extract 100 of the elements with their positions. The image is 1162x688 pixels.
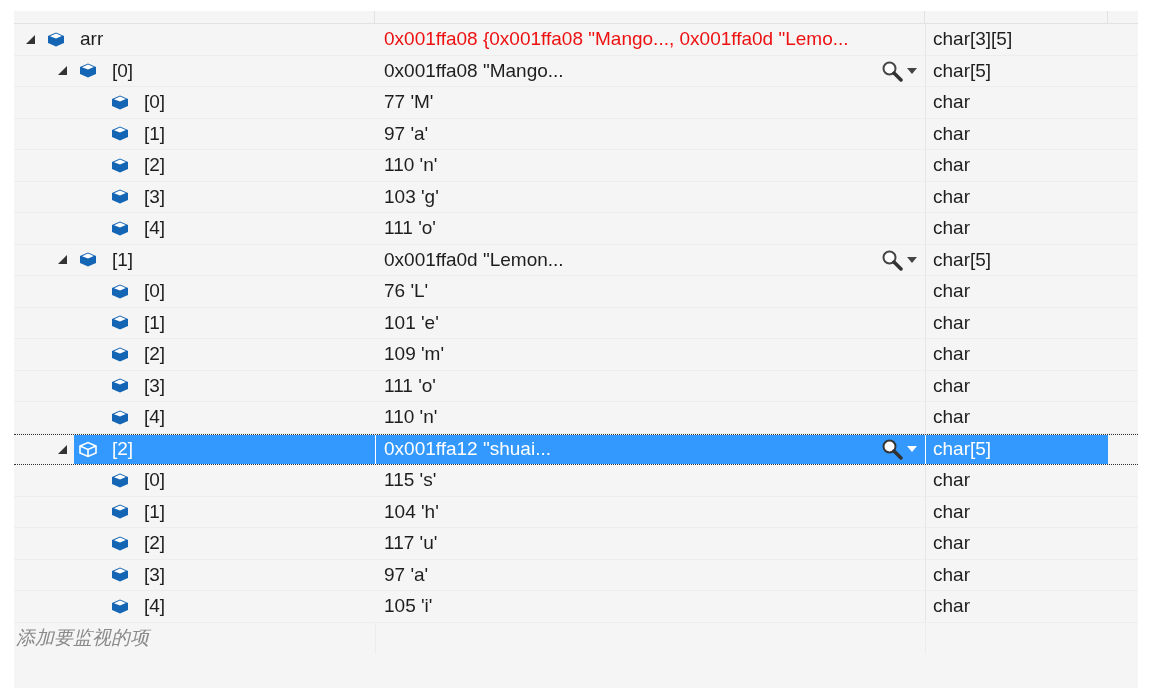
variable-type: char	[933, 311, 970, 334]
variable-type: char	[933, 406, 970, 429]
cube-icon	[110, 345, 130, 363]
variable-value: 97 'a'	[384, 122, 429, 145]
variable-name: [1]	[112, 248, 134, 271]
tree-row[interactable]: [0] 76 'L' char	[14, 276, 1138, 308]
cube-icon	[110, 534, 130, 552]
variable-name: [2]	[144, 532, 166, 555]
variable-type: char[3][5]	[933, 28, 1013, 51]
cube-icon	[110, 156, 130, 174]
tree-row[interactable]: [0] 0x001ffa08 "Mango... char[5]	[14, 55, 1138, 87]
tree-row[interactable]: [2] 110 'n' char	[14, 150, 1138, 182]
variable-name: [2]	[112, 438, 134, 461]
cube-icon	[110, 93, 130, 111]
tree-row[interactable]: [1] 0x001ffa0d "Lemon... char[5]	[14, 244, 1138, 276]
variable-value: 0x001ffa08 {0x001ffa08 "Mango..., 0x001ffa0d "Lemo...	[384, 28, 849, 51]
variable-type: char[5]	[933, 248, 992, 271]
tree-row[interactable]: [1] 97 'a' char	[14, 118, 1138, 150]
cube-icon	[110, 314, 130, 332]
tree-row[interactable]: arr 0x001ffa08 {0x001ffa08 "Mango..., 0x001ffa0d "Lemo... char[3][5]	[14, 24, 1138, 56]
variable-value: 97 'a'	[384, 563, 429, 586]
variable-type: char	[933, 122, 970, 145]
variable-value: 115 's'	[384, 469, 437, 492]
variable-value: 0x001ffa12 "shuai...	[384, 438, 551, 461]
cube-icon	[110, 566, 130, 584]
variable-name: [1]	[144, 311, 166, 334]
tree-row[interactable]: [3] 111 'o' char	[14, 370, 1138, 402]
variable-type: char	[933, 91, 970, 114]
variable-value: 103 'g'	[384, 185, 439, 208]
tree-row[interactable]: [4] 110 'n' char	[14, 402, 1138, 434]
search-icon	[881, 59, 903, 82]
cube-icon	[110, 503, 130, 521]
cube-icon	[110, 377, 130, 395]
variable-name: [4]	[144, 595, 166, 618]
variable-value: 117 'u'	[384, 532, 438, 555]
variable-value: 110 'n'	[384, 154, 438, 177]
variable-type: char	[933, 532, 970, 555]
variable-name: [4]	[144, 406, 166, 429]
variable-name: [1]	[144, 500, 166, 523]
variable-name: [0]	[144, 91, 166, 114]
cube-icon	[78, 440, 98, 458]
variable-value: 77 'M'	[384, 91, 434, 114]
variable-value: 110 'n'	[384, 406, 438, 429]
caret-icon	[907, 256, 917, 263]
variable-name: [0]	[112, 59, 134, 82]
variable-type: char	[933, 469, 970, 492]
variable-name: [0]	[144, 280, 166, 303]
tree-row[interactable]: [2] 109 'm' char	[14, 339, 1138, 371]
variable-type: char	[933, 563, 970, 586]
variable-type: char	[933, 595, 970, 618]
variable-name: [3]	[144, 563, 166, 586]
variable-value: 111 'o'	[384, 217, 436, 240]
cube-icon	[110, 282, 130, 300]
cube-icon	[46, 30, 66, 48]
variable-type: char	[933, 343, 970, 366]
variable-name: [0]	[144, 469, 166, 492]
variable-value: 0x001ffa0d "Lemon...	[384, 248, 564, 271]
search-icon	[881, 248, 903, 271]
variable-name: [1]	[144, 122, 166, 145]
add-watch-field[interactable]: 添加要监视的项	[14, 622, 375, 654]
tree-row[interactable]: [3] 103 'g' char	[14, 181, 1138, 213]
variable-value: 109 'm'	[384, 343, 445, 366]
variable-value: 111 'o'	[384, 374, 436, 397]
variable-type: char[5]	[933, 438, 992, 461]
variable-type: char	[933, 374, 970, 397]
variable-name: [2]	[144, 343, 166, 366]
variable-name: arr	[80, 28, 104, 51]
variable-type: char	[933, 154, 970, 177]
cube-icon	[110, 597, 130, 615]
collapse-arrow-icon[interactable]	[25, 34, 35, 44]
variable-type: char	[933, 500, 970, 523]
tree-row[interactable]: [2] 117 'u' char	[14, 528, 1138, 560]
collapse-arrow-icon[interactable]	[57, 255, 67, 265]
tree-row[interactable]: [4] 111 'o' char	[14, 213, 1138, 245]
variable-name: [3]	[144, 374, 166, 397]
tree-row[interactable]: [1] 104 'h' char	[14, 496, 1138, 528]
variable-type: char	[933, 185, 970, 208]
caret-icon	[907, 446, 917, 453]
tree-row[interactable]: [1] 101 'e' char	[14, 307, 1138, 339]
variable-value: 104 'h'	[384, 500, 439, 523]
collapse-arrow-icon[interactable]	[57, 66, 67, 76]
variable-value: 105 'i'	[384, 595, 433, 618]
variable-type: char	[933, 217, 970, 240]
variable-name: [4]	[144, 217, 166, 240]
cube-icon	[110, 219, 130, 237]
variable-value: 101 'e'	[384, 311, 439, 334]
variable-type: char	[933, 280, 970, 303]
cube-icon	[78, 251, 98, 269]
tree-row[interactable]: [0] 115 's' char	[14, 465, 1138, 497]
cube-icon	[78, 62, 98, 80]
tree-row[interactable]: [4] 105 'i' char	[14, 591, 1138, 623]
tree-row[interactable]: [0] 77 'M' char	[14, 87, 1138, 119]
variable-name: [2]	[144, 154, 166, 177]
variable-value: 76 'L'	[384, 280, 429, 303]
tree-row[interactable]: [3] 97 'a' char	[14, 559, 1138, 591]
cube-icon	[110, 471, 130, 489]
collapse-arrow-icon[interactable]	[57, 444, 67, 454]
cube-icon	[110, 125, 130, 143]
cube-icon	[110, 408, 130, 426]
cube-icon	[110, 188, 130, 206]
